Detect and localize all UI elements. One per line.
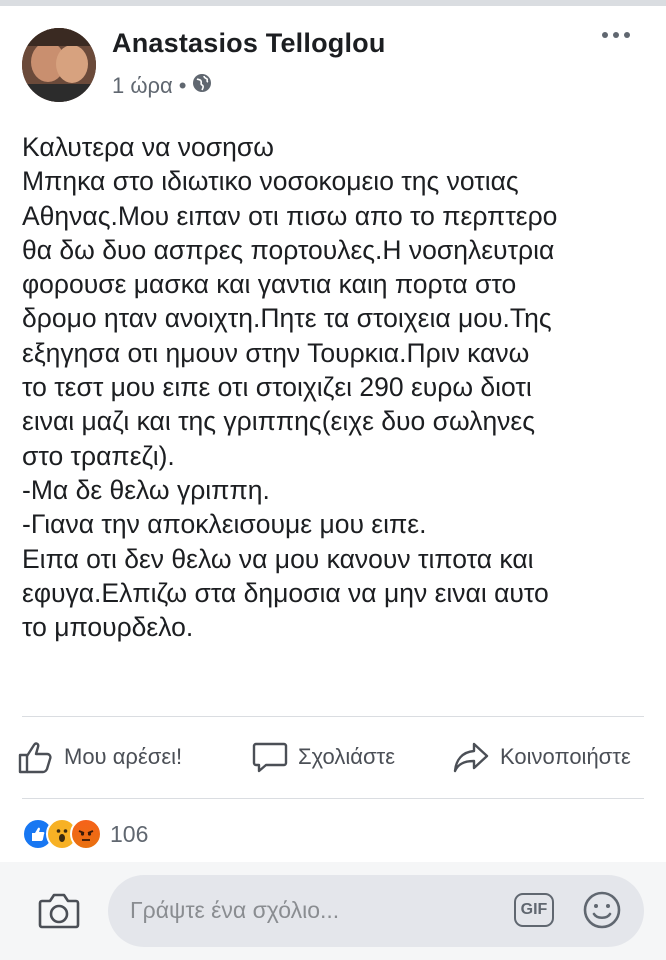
more-options-icon[interactable]: [602, 32, 630, 38]
camera-icon[interactable]: [36, 888, 82, 934]
share-button[interactable]: Κοινοποιήστε: [452, 740, 631, 774]
post-text-line: εξηγησα οτι ημουν στην Τουρκια.Πριν κανω: [22, 337, 530, 368]
post-text: Καλυτερα να νοσησω Μπηκα στο ιδιωτικο νο…: [22, 130, 652, 644]
post-text-line: στο τραπεζι).: [22, 440, 175, 471]
post-text-line: Ειπα οτι δεν θελω να μου κανουν τιποτα κ…: [22, 543, 534, 574]
like-label: Μου αρέσει!: [64, 744, 183, 769]
meta-separator: •: [178, 73, 187, 98]
share-label: Κοινοποιήστε: [500, 744, 631, 769]
post-text-line: Μπηκα στο ιδιωτικο νοσοκομειο της νοτιας: [22, 166, 519, 197]
post-time[interactable]: 1 ώρα: [112, 73, 173, 99]
comment-label: Σχολιάστε: [298, 744, 396, 769]
post-actions: Μου αρέσει! Σχολιάστε Κοινοποιήστε: [0, 720, 666, 798]
post-text-line: θα δω δυο ασπρες πορτουλες.Η νοσηλευτρια: [22, 234, 555, 265]
reaction-count: 106: [110, 820, 149, 847]
post-meta: 1 ώρα •: [112, 73, 212, 99]
post-text-line: δρομο ηταν ανοιχτη.Πητε τα στοιχεια μου.…: [22, 303, 552, 334]
post-text-line: το μπουρδελο.: [22, 612, 194, 643]
post-text-line: -Γιανα την αποκλεισουμε μου ειπε.: [22, 509, 427, 540]
thumbs-up-icon: [18, 742, 52, 774]
post-text-line: -Μα δε θελω γριππη.: [22, 474, 270, 505]
post-text-line: το τεστ μου ειπε οτι στοιχιζει 290 ευρω …: [22, 372, 532, 403]
gif-button[interactable]: GIF: [514, 893, 554, 927]
emoji-icon[interactable]: [582, 890, 622, 930]
post-text-line: εφυγα.Ελπιζω στα δημοσια να μην ειναι αυ…: [22, 577, 549, 608]
comment-button[interactable]: Σχολιάστε: [252, 740, 395, 774]
share-icon: [453, 742, 489, 773]
divider: [22, 798, 644, 799]
avatar[interactable]: [22, 28, 96, 102]
post-header: Anastasios Telloglou 1 ώρα •: [0, 6, 666, 118]
post-text-line: Καλυτερα να νοσησω: [22, 132, 274, 162]
post-text-line: Αθηνας.Μου ειπαν οτι πισω απο το περπτερ…: [22, 200, 558, 231]
reactions-summary[interactable]: 106: [22, 818, 148, 850]
comment-icon: [252, 742, 288, 773]
post-text-line: ειναι μαζι και της γριππης(ειχε δυο σωλη…: [22, 406, 536, 437]
comment-placeholder: Γράψτε ένα σχόλιο...: [130, 897, 340, 923]
angry-reaction-icon: [70, 818, 102, 850]
globe-icon: [192, 73, 212, 99]
divider: [22, 716, 644, 717]
like-button[interactable]: Μου αρέσει!: [18, 740, 182, 774]
post-text-line: φορουσε μασκα και γαντια καιη πορτα στο: [22, 269, 517, 300]
comment-input[interactable]: Γράψτε ένα σχόλιο... GIF: [108, 875, 644, 947]
post-author[interactable]: Anastasios Telloglou: [112, 28, 386, 59]
